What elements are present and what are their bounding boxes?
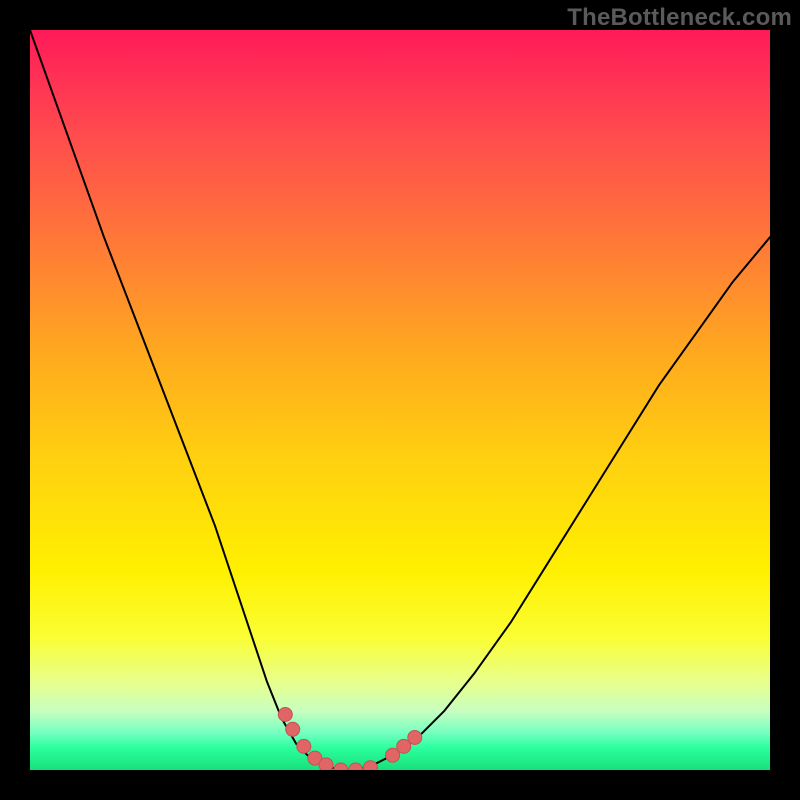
marker-dot [319, 758, 333, 770]
marker-dot [297, 739, 311, 753]
curve-layer [30, 30, 770, 770]
watermark-text: TheBottleneck.com [567, 4, 792, 32]
marker-dot [349, 763, 363, 770]
marker-dot [408, 730, 422, 744]
chart-frame: TheBottleneck.com [0, 0, 800, 800]
marker-dot [278, 708, 292, 722]
marker-dot [363, 761, 377, 770]
marker-dot [286, 722, 300, 736]
bottleneck-curve-path [30, 30, 770, 770]
marker-dot [334, 763, 348, 770]
plot-area [30, 30, 770, 770]
